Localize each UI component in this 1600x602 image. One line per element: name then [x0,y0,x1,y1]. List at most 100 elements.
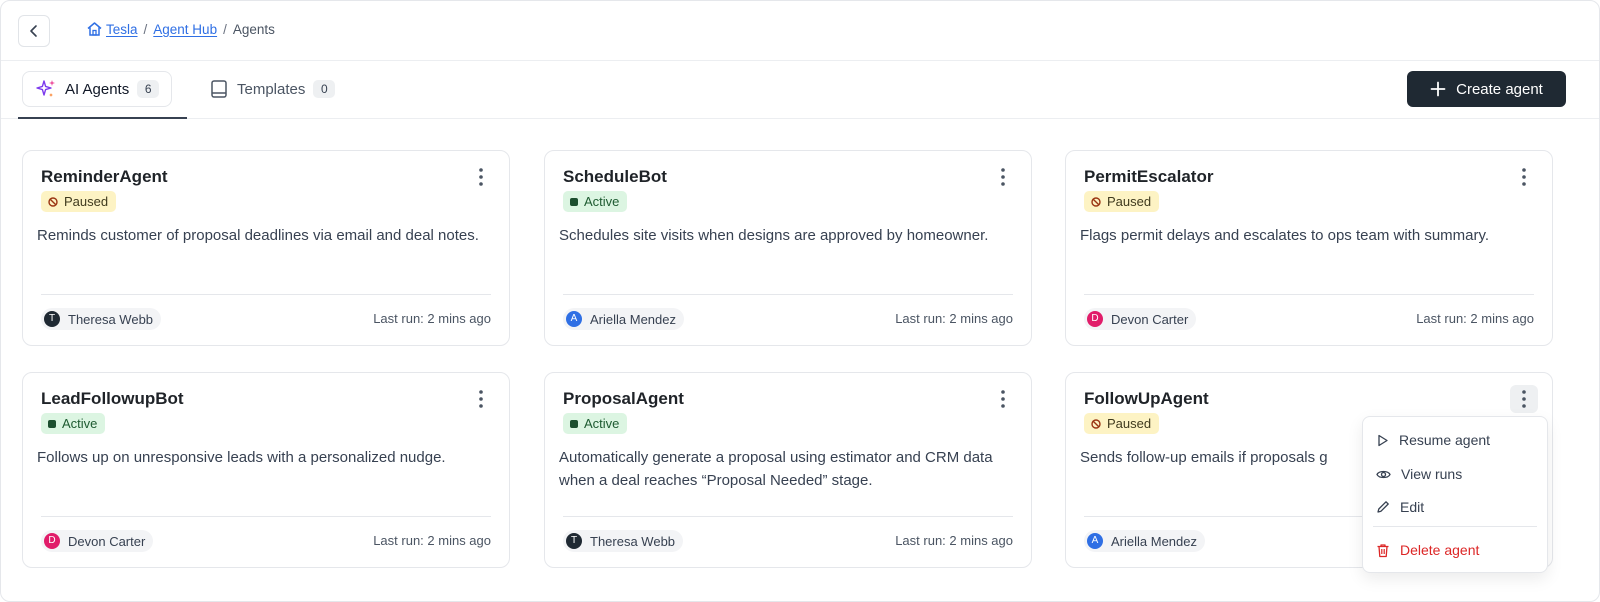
eye-icon [1376,470,1391,478]
active-dot-icon [570,419,578,428]
play-icon [1378,434,1388,446]
top-bar: Tesla / Agent Hub / Agents [1,1,1599,61]
status-badge: Active [41,413,106,434]
app-frame: Tesla / Agent Hub / Agents AI Agents 6 T… [0,0,1600,602]
more-options-button[interactable] [989,163,1017,191]
plus-icon [1430,81,1446,97]
last-run: Last run: 2 mins ago [373,311,491,326]
last-run: Last run: 2 mins ago [895,311,1013,326]
agent-card[interactable]: PermitEscalator Paused Flags permit dela… [1065,150,1553,346]
status-badge: Active [563,413,628,434]
agent-title: PermitEscalator [1084,167,1214,186]
avatar: A [566,311,582,327]
pause-circle-icon [1091,418,1101,429]
menu-item-view-runs[interactable]: View runs [1363,459,1547,489]
tab-count-badge: 6 [137,80,160,98]
owner-chip: A Ariella Mendez [1084,530,1205,552]
owner-chip: T Theresa Webb [41,308,162,330]
more-options-button[interactable] [467,385,495,413]
more-options-button[interactable] [1510,163,1538,191]
menu-item-delete-agent[interactable]: Delete agent [1363,535,1547,565]
card-divider [563,516,1013,517]
agent-title: ProposalAgent [563,389,684,408]
more-options-button[interactable] [1510,385,1538,413]
breadcrumb-separator: / [143,21,148,37]
kebab-menu-icon [1522,390,1526,408]
agent-card[interactable]: ReminderAgent Paused Reminds customer of… [22,150,510,346]
owner-chip: D Devon Carter [41,530,154,552]
home-icon [87,22,102,36]
back-button[interactable] [18,15,50,47]
tab-count-badge: 0 [313,80,336,98]
active-dot-icon [570,197,578,206]
sparkles-icon [36,80,55,97]
menu-divider [1373,526,1537,527]
menu-item-label: Edit [1400,499,1425,515]
agent-description: Schedules site visits when designs are a… [559,227,989,244]
kebab-menu-icon [479,168,483,186]
status-label: Active [584,194,620,209]
agent-title: LeadFollowupBot [41,389,184,408]
more-options-button[interactable] [989,385,1017,413]
owner-chip: A Ariella Mendez [563,308,684,330]
owner-name: Devon Carter [1111,311,1189,327]
last-run: Last run: 2 mins ago [895,533,1013,548]
owner-name: Ariella Mendez [1111,533,1197,549]
status-badge: Paused [1084,191,1160,212]
owner-name: Ariella Mendez [590,311,676,327]
owner-chip: T Theresa Webb [563,530,684,552]
kebab-menu-icon [1522,168,1526,186]
agent-actions-menu: Resume agent View runs Edit Delete agent [1362,416,1548,573]
card-divider [563,294,1013,295]
breadcrumb-link-tesla[interactable]: Tesla [106,22,138,37]
trash-icon [1377,543,1389,557]
menu-item-edit[interactable]: Edit [1363,492,1547,522]
avatar: T [566,533,582,549]
breadcrumb-link-agent-hub[interactable]: Agent Hub [153,22,217,37]
more-options-button[interactable] [467,163,495,191]
owner-name: Devon Carter [68,533,146,549]
owner-name: Theresa Webb [68,311,154,327]
agent-description: Flags permit delays and escalates to ops… [1080,227,1490,244]
last-run: Last run: 2 mins ago [373,533,491,548]
create-agent-label: Create agent [1456,80,1543,98]
kebab-menu-icon [1001,168,1005,186]
agent-description: Automatically generate a proposal using … [559,449,993,489]
active-dot-icon [48,419,56,428]
owner-name: Theresa Webb [590,533,676,549]
tab-label: AI Agents [65,80,130,98]
card-divider [41,294,491,295]
pencil-icon [1377,501,1389,513]
status-label: Paused [1107,416,1152,431]
agent-title: ReminderAgent [41,167,168,186]
avatar: D [1087,311,1103,327]
status-badge: Active [563,191,628,212]
kebab-menu-icon [1001,390,1005,408]
agent-card[interactable]: ScheduleBot Active Schedules site visits… [544,150,1032,346]
menu-item-resume-agent[interactable]: Resume agent [1363,425,1547,455]
owner-chip: D Devon Carter [1084,308,1197,330]
active-tab-indicator [18,117,187,119]
agent-description: Follows up on unresponsive leads with a … [37,449,446,466]
avatar: D [44,533,60,549]
status-label: Paused [64,194,109,209]
agent-title: ScheduleBot [563,167,667,186]
tab-ai-agents[interactable]: AI Agents 6 [22,71,173,107]
card-divider [1084,294,1534,295]
tab-templates[interactable]: Templates 0 [197,71,347,107]
agent-card[interactable]: ProposalAgent Active Automatically gener… [544,372,1032,568]
status-badge: Paused [1084,413,1160,434]
breadcrumb-home[interactable]: Tesla [86,21,138,37]
card-divider [41,516,491,517]
agent-description: Reminds customer of proposal deadlines v… [37,227,479,244]
avatar: A [1087,533,1103,549]
last-run: Last run: 2 mins ago [1416,311,1534,326]
menu-item-label: Resume agent [1399,432,1491,448]
tabs-row: AI Agents 6 Templates 0 Create agent [1,61,1599,119]
create-agent-button[interactable]: Create agent [1407,71,1566,107]
breadcrumb-current: Agents [232,21,275,37]
agent-card[interactable]: LeadFollowupBot Active Follows up on unr… [22,372,510,568]
status-label: Active [584,416,620,431]
menu-item-label: View runs [1401,466,1463,482]
avatar: T [44,311,60,327]
